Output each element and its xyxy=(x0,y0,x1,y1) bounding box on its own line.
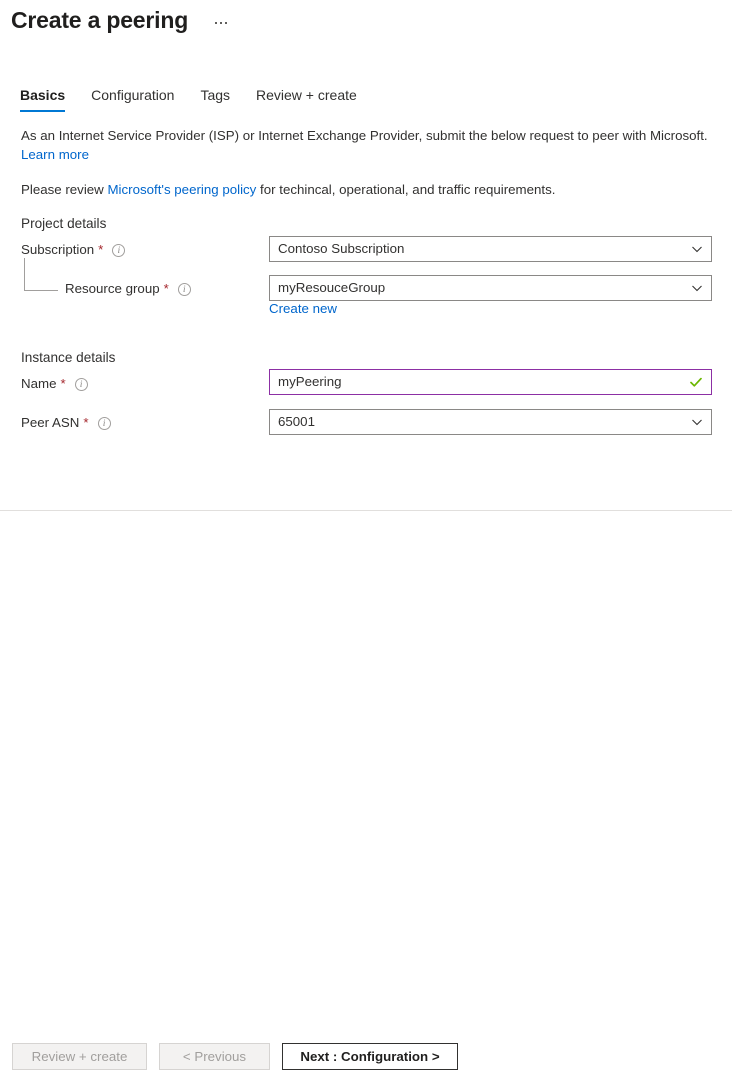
tab-basics[interactable]: Basics xyxy=(20,86,66,112)
page-header: Create a peering xyxy=(0,0,732,68)
policy-suffix: for techincal, operational, and traffic … xyxy=(256,182,556,197)
more-options-icon[interactable] xyxy=(208,12,234,34)
resource-group-tree-connector xyxy=(24,258,58,291)
name-value: myPeering xyxy=(278,374,342,389)
peer-asn-value: 65001 xyxy=(278,414,315,429)
dot xyxy=(215,22,217,24)
chevron-down-icon xyxy=(691,282,703,294)
info-icon[interactable]: i xyxy=(112,243,126,257)
info-icon[interactable]: i xyxy=(74,377,88,391)
validation-check-icon xyxy=(689,375,703,389)
tab-bar: Basics Configuration Tags Review + creat… xyxy=(0,86,732,114)
chevron-down-icon xyxy=(691,416,703,428)
resource-group-label-text: Resource group xyxy=(65,281,160,296)
subscription-label: Subscription * i xyxy=(21,241,126,259)
learn-more-link[interactable]: Learn more xyxy=(21,147,89,162)
tab-configuration[interactable]: Configuration xyxy=(91,86,174,112)
section-title-instance-details: Instance details xyxy=(21,350,116,365)
section-title-project-details: Project details xyxy=(21,216,107,231)
create-new-link[interactable]: Create new xyxy=(269,301,337,316)
chevron-down-icon xyxy=(691,243,703,255)
create-new-resource-group[interactable]: Create new xyxy=(269,301,337,317)
info-icon[interactable]: i xyxy=(97,416,111,430)
footer-actions: Review + create < Previous Next : Config… xyxy=(0,511,732,1070)
intro-text: As an Internet Service Provider (ISP) or… xyxy=(21,128,708,143)
subscription-value: Contoso Subscription xyxy=(278,241,405,256)
tab-review-create[interactable]: Review + create xyxy=(256,86,357,112)
resource-group-label: Resource group * i xyxy=(65,280,191,298)
page-title: Create a peering xyxy=(11,7,189,33)
dot xyxy=(220,22,222,24)
previous-button[interactable]: < Previous xyxy=(159,1043,270,1070)
resource-group-value: myResouceGroup xyxy=(278,280,386,295)
policy-prefix: Please review xyxy=(21,182,108,197)
review-create-button[interactable]: Review + create xyxy=(12,1043,147,1070)
peer-asn-label: Peer ASN * i xyxy=(21,414,111,432)
subscription-label-text: Subscription xyxy=(21,242,95,257)
name-input[interactable]: myPeering xyxy=(269,369,712,395)
peer-asn-dropdown[interactable]: 65001 xyxy=(269,409,712,435)
required-asterisk: * xyxy=(163,281,169,297)
next-configuration-button[interactable]: Next : Configuration > xyxy=(282,1043,458,1070)
peer-asn-label-text: Peer ASN xyxy=(21,415,80,430)
tab-tags[interactable]: Tags xyxy=(200,86,230,112)
name-label: Name * i xyxy=(21,375,88,393)
resource-group-dropdown[interactable]: myResouceGroup xyxy=(269,275,712,301)
info-icon[interactable]: i xyxy=(177,282,191,296)
peering-policy-link[interactable]: Microsoft's peering policy xyxy=(107,182,256,197)
intro-description: As an Internet Service Provider (ISP) or… xyxy=(21,126,721,164)
subscription-dropdown[interactable]: Contoso Subscription xyxy=(269,236,712,262)
dot xyxy=(225,22,227,24)
required-asterisk: * xyxy=(60,376,66,392)
policy-note: Please review Microsoft's peering policy… xyxy=(21,180,555,199)
required-asterisk: * xyxy=(83,415,89,431)
required-asterisk: * xyxy=(98,242,104,258)
name-label-text: Name xyxy=(21,376,57,391)
